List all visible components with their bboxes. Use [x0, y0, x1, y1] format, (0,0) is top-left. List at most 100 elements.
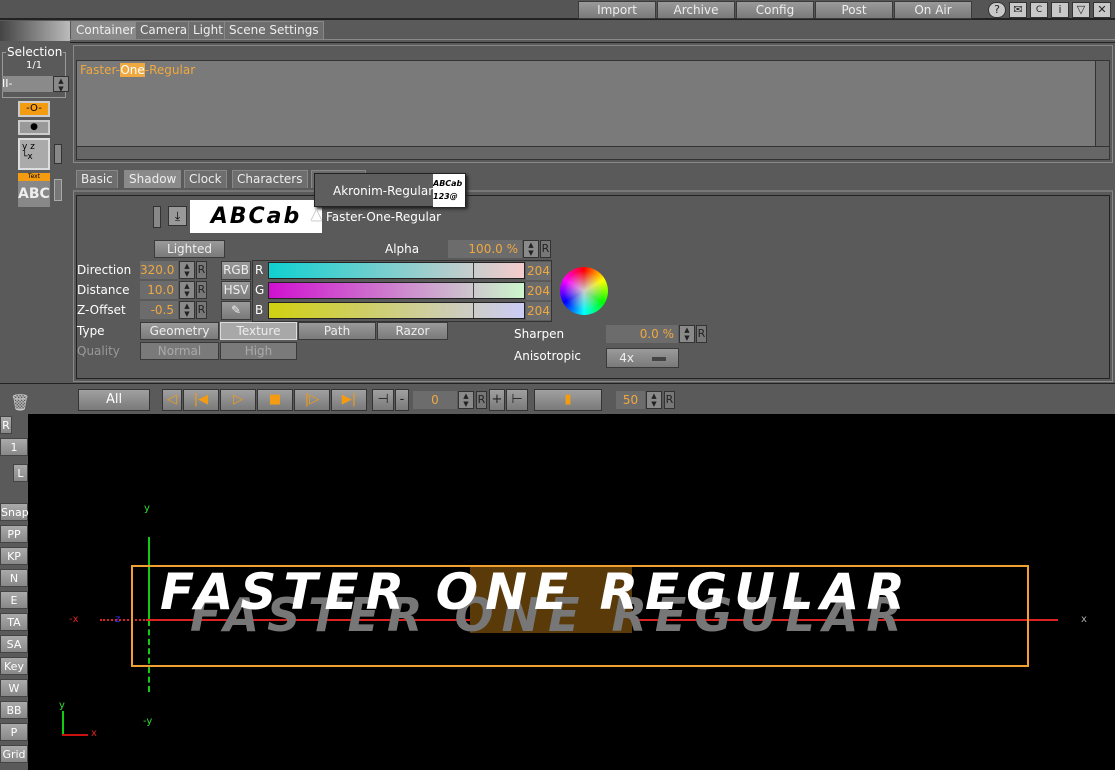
- tool-e[interactable]: E: [0, 591, 28, 609]
- hsv-button[interactable]: HSV: [221, 281, 251, 300]
- post-button[interactable]: Post: [815, 1, 893, 19]
- tab-clock[interactable]: Clock: [184, 170, 227, 188]
- sharpen-reset[interactable]: R: [696, 325, 707, 343]
- distance-field[interactable]: 10.0: [140, 281, 178, 299]
- font-option[interactable]: Akronim-Regular: [333, 184, 433, 198]
- frame-reset[interactable]: R: [476, 391, 487, 409]
- symbol-field[interactable]: II-Symbol: [2, 76, 53, 92]
- color-wheel[interactable]: [560, 267, 608, 315]
- minimize-icon[interactable]: ▽: [1072, 2, 1090, 18]
- tool-p[interactable]: P: [0, 723, 28, 741]
- on-air-button[interactable]: On Air: [894, 1, 972, 19]
- green-value[interactable]: 204: [526, 282, 551, 300]
- slider-handle[interactable]: [473, 303, 474, 318]
- end-frame-reset[interactable]: R: [664, 391, 675, 409]
- plus-button[interactable]: +: [489, 389, 505, 411]
- tool-w[interactable]: W: [0, 679, 28, 697]
- step-forward-icon[interactable]: |▷: [294, 389, 330, 411]
- slider-handle[interactable]: [473, 263, 474, 278]
- tab-basic[interactable]: Basic: [76, 170, 118, 188]
- tool-l[interactable]: L: [13, 464, 28, 482]
- slider-handle[interactable]: [473, 283, 474, 298]
- key-right-icon[interactable]: ⊢: [506, 389, 528, 411]
- import-button[interactable]: Import: [578, 1, 656, 19]
- minus-button[interactable]: -: [395, 389, 409, 411]
- tool-grid[interactable]: Grid: [0, 745, 28, 763]
- red-slider[interactable]: [268, 262, 525, 279]
- direction-field[interactable]: 320.0: [140, 261, 178, 279]
- thumb-toggle[interactable]: [54, 179, 62, 201]
- info-icon[interactable]: i: [1051, 2, 1069, 18]
- archive-button[interactable]: Archive: [657, 1, 735, 19]
- cg-icon[interactable]: C: [1030, 2, 1048, 18]
- blue-slider[interactable]: [268, 302, 525, 319]
- stop-icon[interactable]: ■: [257, 389, 293, 411]
- text-editor[interactable]: Faster-One-Regular: [76, 60, 1110, 160]
- tool-1[interactable]: 1: [0, 438, 28, 456]
- key-left-icon[interactable]: ⊣: [372, 389, 394, 411]
- all-button[interactable]: All: [78, 389, 150, 411]
- rgb-button[interactable]: RGB: [221, 261, 251, 280]
- trash-icon[interactable]: 🗑: [10, 393, 30, 413]
- font-preview[interactable]: ABCab: [190, 200, 322, 233]
- frame-field[interactable]: 0: [413, 391, 457, 409]
- download-icon[interactable]: ⤓: [168, 206, 187, 226]
- tool-key[interactable]: Key: [0, 657, 28, 675]
- alpha-field[interactable]: 100.0 %: [448, 240, 522, 258]
- axis-icon[interactable]: y z └x: [18, 138, 50, 170]
- type-path[interactable]: Path: [298, 322, 376, 340]
- direction-spinner[interactable]: ▲ ▼: [179, 261, 195, 279]
- red-value[interactable]: 204: [526, 262, 551, 280]
- tool-snap[interactable]: Snap: [0, 503, 29, 521]
- play-icon[interactable]: ▷: [220, 389, 256, 411]
- type-geometry[interactable]: Geometry: [140, 322, 219, 340]
- anisotropic-dropdown[interactable]: 4x: [606, 348, 679, 368]
- close-icon[interactable]: ✕: [1093, 2, 1111, 18]
- link-icon[interactable]: -O-: [18, 101, 50, 117]
- config-button[interactable]: Config: [736, 1, 814, 19]
- tab-light[interactable]: Light: [188, 21, 228, 39]
- sharpen-field[interactable]: 0.0 %: [606, 325, 678, 343]
- text-thumbnail[interactable]: ABC: [18, 181, 50, 207]
- go-end-icon[interactable]: ▶|: [331, 389, 367, 411]
- marker-icon[interactable]: ▮: [534, 389, 602, 411]
- tab-shadow[interactable]: Shadow: [124, 170, 182, 188]
- alpha-spinner[interactable]: ▲ ▼: [523, 240, 539, 258]
- green-slider[interactable]: [268, 282, 525, 299]
- distance-reset[interactable]: R: [196, 281, 207, 299]
- distance-spinner[interactable]: ▲ ▼: [179, 281, 195, 299]
- horizontal-scrollbar[interactable]: [77, 146, 1109, 159]
- alpha-reset[interactable]: R: [540, 240, 551, 258]
- r-button[interactable]: R: [0, 416, 12, 434]
- frame-spinner[interactable]: ▲ ▼: [458, 391, 474, 409]
- person-icon[interactable]: ●: [18, 120, 50, 135]
- go-start-icon[interactable]: |◀: [183, 389, 219, 411]
- axis-toggle[interactable]: [54, 144, 62, 164]
- tool-pp[interactable]: PP: [0, 525, 28, 543]
- tab-scene-settings[interactable]: Scene Settings: [224, 21, 324, 39]
- prev-icon[interactable]: ◁: [162, 389, 182, 411]
- tab-characters[interactable]: Characters: [232, 170, 308, 188]
- tab-container[interactable]: Container: [71, 21, 140, 39]
- font-toggle[interactable]: [153, 206, 161, 228]
- tool-bb[interactable]: BB: [0, 701, 28, 719]
- vertical-scrollbar[interactable]: [1095, 61, 1109, 147]
- eyedropper-icon[interactable]: ✎: [221, 301, 251, 320]
- type-texture[interactable]: Texture: [220, 322, 297, 340]
- blue-value[interactable]: 204: [526, 302, 551, 320]
- tool-n[interactable]: N: [0, 569, 28, 587]
- tool-sa[interactable]: SA: [0, 635, 28, 653]
- end-frame-field[interactable]: 50: [616, 391, 645, 409]
- zoffset-spinner[interactable]: ▲ ▼: [179, 301, 195, 319]
- tab-camera[interactable]: Camera: [135, 21, 193, 39]
- mail-icon[interactable]: ✉: [1009, 2, 1027, 18]
- help-icon[interactable]: ?: [988, 2, 1006, 18]
- symbol-spinner[interactable]: ▲ ▼: [53, 76, 69, 93]
- tool-ta[interactable]: TA: [0, 613, 28, 631]
- tool-kp[interactable]: KP: [0, 547, 28, 565]
- sharpen-spinner[interactable]: ▲ ▼: [679, 325, 695, 343]
- end-frame-spinner[interactable]: ▲ ▼: [646, 391, 662, 409]
- zoffset-reset[interactable]: R: [196, 301, 207, 319]
- type-razor[interactable]: Razor: [377, 322, 448, 340]
- zoffset-field[interactable]: -0.5: [140, 301, 178, 319]
